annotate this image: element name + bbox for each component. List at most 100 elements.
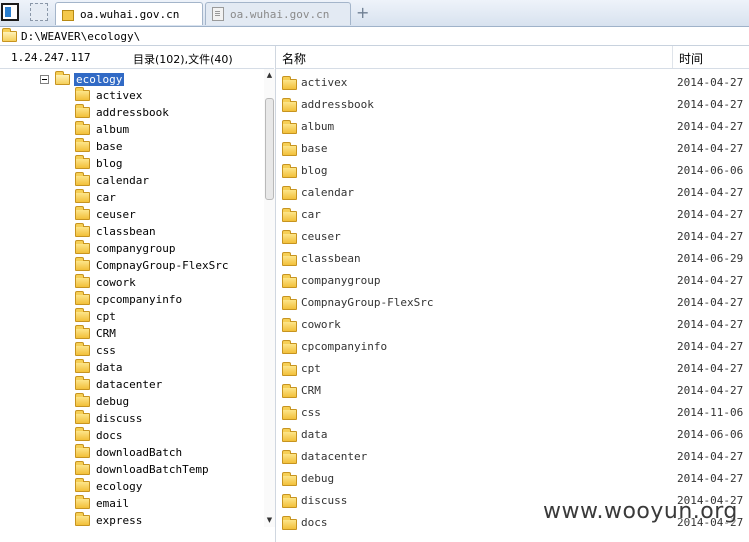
tree-item[interactable]: downloadBatchTemp — [75, 461, 209, 478]
file-row[interactable]: album 2014-04-27 0 — [276, 116, 749, 138]
file-row[interactable]: cpcompanyinfo 2014-04-27 0 — [276, 336, 749, 358]
file-name: companygroup — [301, 274, 381, 287]
tree-item-label: CompnayGroup-FlexSrc — [96, 259, 229, 272]
folder-icon — [75, 342, 90, 356]
tree-item[interactable]: css — [75, 342, 116, 359]
watermark: www.wooyun.org — [543, 499, 738, 524]
folder-icon — [282, 472, 297, 486]
tree-item-label: css — [96, 344, 116, 357]
file-time: 2014-04-27 0 — [677, 472, 749, 485]
scroll-up-icon[interactable]: ▲ — [265, 71, 274, 80]
tree-item[interactable]: express — [75, 512, 142, 527]
tree-item-label: express — [96, 514, 143, 527]
tree-item[interactable]: datacenter — [75, 376, 162, 393]
file-time: 2014-04-27 0 — [677, 76, 749, 89]
file-row[interactable]: companygroup 2014-04-27 0 — [276, 270, 749, 292]
folder-icon — [282, 98, 297, 112]
file-row[interactable]: ceuser 2014-04-27 0 — [276, 226, 749, 248]
file-row[interactable]: cpt 2014-04-27 0 — [276, 358, 749, 380]
tree-item[interactable]: cpcompanyinfo — [75, 291, 182, 308]
scroll-thumb[interactable] — [265, 98, 274, 200]
tree-item[interactable]: classbean — [75, 223, 156, 240]
tree-item[interactable]: ceuser — [75, 206, 136, 223]
tree-item[interactable]: base — [75, 138, 123, 155]
folder-icon — [282, 208, 297, 222]
tree-item[interactable]: calendar — [75, 172, 149, 189]
folder-icon — [75, 121, 90, 135]
tree-item[interactable]: CRM — [75, 325, 116, 342]
file-row[interactable]: blog 2014-06-06 1 — [276, 160, 749, 182]
tree-item[interactable]: docs — [75, 427, 123, 444]
file-row[interactable]: datacenter 2014-04-27 0 — [276, 446, 749, 468]
tree-item-label: docs — [96, 429, 123, 442]
tree-item[interactable]: car — [75, 189, 116, 206]
file-time: 2014-04-27 0 — [677, 230, 749, 243]
tree-item[interactable]: debug — [75, 393, 129, 410]
folder-icon — [282, 230, 297, 244]
file-row[interactable]: addressbook 2014-04-27 0 — [276, 94, 749, 116]
file-row[interactable]: CompnayGroup-FlexSrc 2014-04-27 0 — [276, 292, 749, 314]
tree-item[interactable]: album — [75, 121, 129, 138]
tree-item-label: activex — [96, 89, 143, 102]
file-name: calendar — [301, 186, 354, 199]
file-time: 2014-04-27 0 — [677, 384, 749, 397]
tab-active[interactable]: oa.wuhai.gov.cn — [55, 2, 203, 25]
new-window-icon[interactable] — [30, 3, 48, 21]
tree-item-label: ecology — [96, 480, 143, 493]
address-path: D:\WEAVER\ecology\ — [21, 29, 141, 43]
tree-item[interactable]: CompnayGroup-FlexSrc — [75, 257, 228, 274]
tree-item[interactable]: discuss — [75, 410, 142, 427]
folder-icon — [75, 155, 90, 169]
file-name: blog — [301, 164, 328, 177]
file-row[interactable]: car 2014-04-27 0 — [276, 204, 749, 226]
file-row[interactable]: activex 2014-04-27 0 — [276, 72, 749, 94]
file-row[interactable]: cowork 2014-04-27 0 — [276, 314, 749, 336]
file-row[interactable]: base 2014-04-27 0 — [276, 138, 749, 160]
tree-item[interactable]: ecology — [75, 478, 142, 495]
file-name: data — [301, 428, 328, 441]
left-pane-header: 1.24.247.117 目录(102),文件(40) — [0, 46, 274, 69]
file-row[interactable]: classbean 2014-06-29 1 — [276, 248, 749, 270]
file-row[interactable]: CRM 2014-04-27 0 — [276, 380, 749, 402]
tab-inactive[interactable]: oa.wuhai.gov.cn — [205, 2, 351, 25]
tree-item[interactable]: cowork — [75, 274, 136, 291]
tab-label: oa.wuhai.gov.cn — [80, 7, 180, 21]
folder-icon — [62, 9, 74, 21]
scroll-down-icon[interactable]: ▼ — [265, 516, 274, 525]
file-row[interactable]: data 2014-06-06 2 — [276, 424, 749, 446]
tree-item-label: data — [96, 361, 123, 374]
column-header-time[interactable]: 时间 — [679, 50, 703, 67]
file-row[interactable]: css 2014-11-06 1 — [276, 402, 749, 424]
tree-item[interactable]: companygroup — [75, 240, 175, 257]
tree-item[interactable]: blog — [75, 155, 123, 172]
file-time: 2014-06-06 2 — [677, 428, 749, 441]
folder-icon — [282, 296, 297, 310]
tree-item[interactable]: email — [75, 495, 129, 512]
folder-icon — [75, 189, 90, 203]
file-row[interactable]: debug 2014-04-27 0 — [276, 468, 749, 490]
tree-item[interactable]: data — [75, 359, 123, 376]
folder-icon — [75, 291, 90, 305]
tree-item-label: datacenter — [96, 378, 163, 391]
tree-item-label: addressbook — [96, 106, 169, 119]
file-name: addressbook — [301, 98, 374, 111]
file-name: ceuser — [301, 230, 341, 243]
tree-item-label: car — [96, 191, 116, 204]
add-tab-icon[interactable]: + — [356, 3, 369, 22]
tree-item[interactable]: addressbook — [75, 104, 169, 121]
tree-item[interactable]: downloadBatch — [75, 444, 182, 461]
file-time: 2014-04-27 0 — [677, 186, 749, 199]
address-bar[interactable]: D:\WEAVER\ecology\ — [0, 27, 749, 46]
file-row[interactable]: calendar 2014-04-27 0 — [276, 182, 749, 204]
folder-open-icon — [55, 70, 70, 85]
tree-scrollbar[interactable]: ▲ ▼ — [264, 69, 275, 527]
tree-item[interactable]: activex — [75, 87, 142, 104]
tree-item-label: cpt — [96, 310, 116, 323]
tree-item[interactable]: cpt — [75, 308, 116, 325]
tree-root[interactable]: ecology — [40, 70, 125, 87]
column-header-name[interactable]: 名称 — [282, 50, 306, 67]
collapse-icon[interactable] — [40, 74, 49, 84]
panel-toggle-icon[interactable] — [1, 3, 19, 21]
column-separator[interactable] — [672, 46, 673, 68]
file-time: 2014-04-27 0 — [677, 340, 749, 353]
